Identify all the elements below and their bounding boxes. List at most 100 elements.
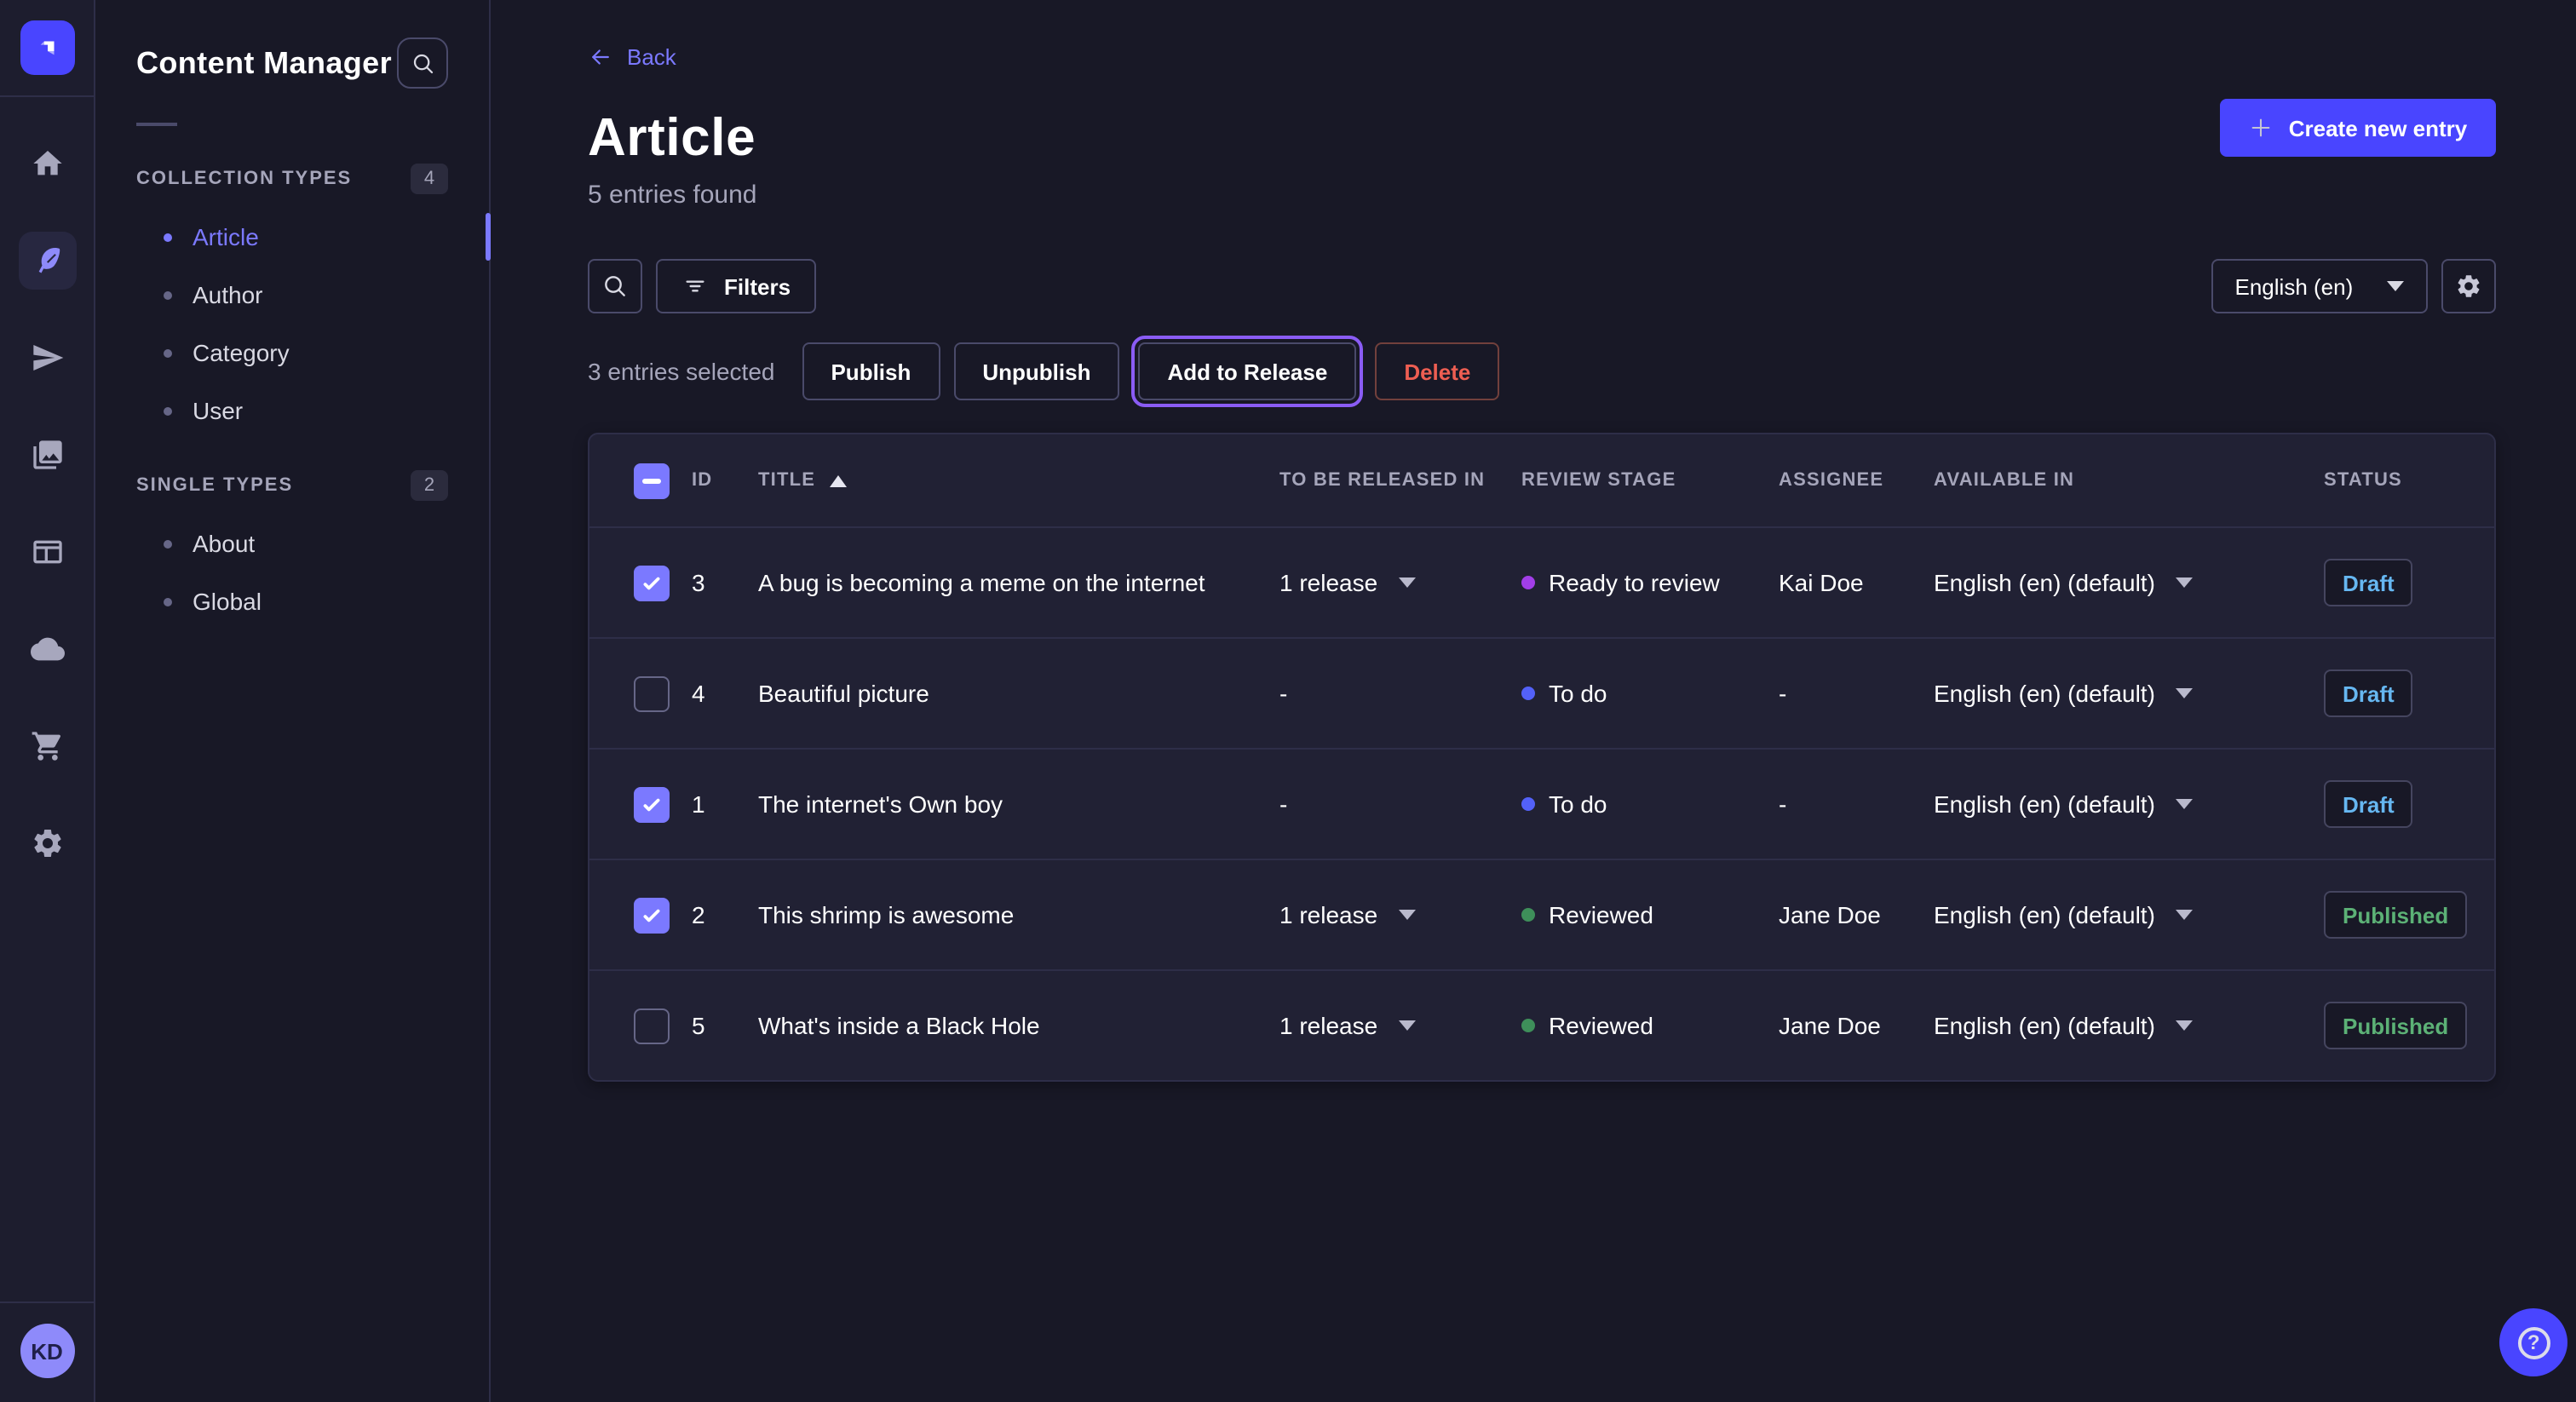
cell-locale-dropdown[interactable]: English (en) (default) bbox=[1934, 1012, 2324, 1039]
single-types-label: SINGLE TYPES bbox=[136, 475, 293, 496]
bullet-icon bbox=[164, 406, 172, 415]
cell-release-dropdown[interactable]: 1 release bbox=[1279, 569, 1521, 596]
add-to-release-button[interactable]: Add to Release bbox=[1138, 342, 1356, 400]
table-row[interactable]: 1 The internet's Own boy - To do - Engli… bbox=[589, 748, 2494, 859]
table-row[interactable]: 4 Beautiful picture - To do - English (e… bbox=[589, 637, 2494, 748]
locale-select[interactable]: English (en) bbox=[2211, 259, 2429, 313]
media-library-icon[interactable] bbox=[18, 426, 76, 484]
search-button[interactable] bbox=[588, 259, 642, 313]
cell-locale-dropdown[interactable]: English (en) (default) bbox=[1934, 680, 2324, 707]
chevron-down-icon bbox=[1398, 1020, 1415, 1031]
chevron-down-icon bbox=[2387, 281, 2404, 291]
bullet-icon bbox=[164, 233, 172, 241]
single-types-section: SINGLE TYPES 2 About Global bbox=[95, 457, 489, 630]
filters-label: Filters bbox=[724, 273, 791, 299]
cell-release-dropdown[interactable]: 1 release bbox=[1279, 1012, 1521, 1039]
main-nav-rail: KD bbox=[0, 0, 95, 1402]
status-badge: Published bbox=[2324, 1002, 2467, 1049]
sidebar-item-label: Article bbox=[193, 223, 259, 250]
sidebar-item-label: About bbox=[193, 530, 255, 557]
search-icon bbox=[601, 273, 629, 300]
sidebar-search-button[interactable] bbox=[397, 37, 448, 89]
content-type-builder-icon[interactable] bbox=[18, 523, 76, 581]
entries-count: 5 entries found bbox=[588, 181, 2496, 210]
marketplace-cart-icon[interactable] bbox=[18, 717, 76, 775]
row-checkbox[interactable] bbox=[634, 1008, 670, 1043]
collection-types-section: COLLECTION TYPES 4 Article Author Catego… bbox=[95, 150, 489, 440]
cloud-icon[interactable] bbox=[18, 620, 76, 678]
cell-locale-dropdown[interactable]: English (en) (default) bbox=[1934, 901, 2324, 928]
header-release: TO BE RELEASED IN bbox=[1279, 470, 1521, 491]
sidebar-item-label: Category bbox=[193, 339, 290, 366]
table-row[interactable]: 5 What's inside a Black Hole 1 release R… bbox=[589, 969, 2494, 1080]
create-new-entry-button[interactable]: Create new entry bbox=[2221, 99, 2497, 157]
cell-locale-dropdown[interactable]: English (en) (default) bbox=[1934, 569, 2324, 596]
sidebar-item-about[interactable]: About bbox=[95, 514, 489, 572]
main-content: Back Article 5 entries found Create new … bbox=[491, 0, 2576, 1402]
cell-assignee: - bbox=[1779, 790, 1934, 818]
cell-release-dropdown[interactable]: 1 release bbox=[1279, 901, 1521, 928]
back-link[interactable]: Back bbox=[588, 44, 676, 70]
cell-assignee: Jane Doe bbox=[1779, 1012, 1934, 1039]
back-label: Back bbox=[627, 44, 676, 70]
row-checkbox[interactable] bbox=[634, 565, 670, 600]
help-button[interactable]: ? bbox=[2499, 1308, 2567, 1376]
sidebar-item-category[interactable]: Category bbox=[95, 324, 489, 382]
bullet-icon bbox=[164, 597, 172, 606]
plus-icon bbox=[2250, 116, 2274, 140]
strapi-logo[interactable] bbox=[20, 20, 74, 75]
user-avatar[interactable]: KD bbox=[20, 1324, 74, 1378]
status-badge: Draft bbox=[2324, 669, 2413, 717]
sidebar-item-label: Global bbox=[193, 588, 262, 615]
row-checkbox[interactable] bbox=[634, 897, 670, 933]
publish-button[interactable]: Publish bbox=[802, 342, 940, 400]
content-manager-feather-icon[interactable] bbox=[18, 232, 76, 290]
header-id: ID bbox=[692, 470, 758, 491]
select-all-checkbox[interactable] bbox=[634, 463, 670, 498]
cell-locale-dropdown[interactable]: English (en) (default) bbox=[1934, 790, 2324, 818]
cell-title: A bug is becoming a meme on the internet bbox=[758, 569, 1279, 596]
cell-release-dropdown: - bbox=[1279, 790, 1521, 818]
status-badge: Draft bbox=[2324, 780, 2413, 828]
sidebar-item-author[interactable]: Author bbox=[95, 266, 489, 324]
header-available-in: AVAILABLE IN bbox=[1934, 470, 2324, 491]
delete-button[interactable]: Delete bbox=[1375, 342, 1499, 400]
chevron-down-icon bbox=[2176, 688, 2193, 698]
sidebar-item-global[interactable]: Global bbox=[95, 572, 489, 630]
status-badge: Draft bbox=[2324, 559, 2413, 606]
chevron-down-icon bbox=[1398, 910, 1415, 920]
cell-assignee: Jane Doe bbox=[1779, 901, 1934, 928]
filter-icon bbox=[681, 273, 709, 300]
cell-review-stage: Reviewed bbox=[1521, 1012, 1779, 1039]
filters-button[interactable]: Filters bbox=[656, 259, 816, 313]
cell-id: 1 bbox=[692, 790, 758, 818]
gear-icon bbox=[2455, 273, 2482, 300]
row-checkbox[interactable] bbox=[634, 675, 670, 711]
releases-paper-plane-icon[interactable] bbox=[18, 329, 76, 387]
sidebar-item-article[interactable]: Article bbox=[95, 208, 489, 266]
sidebar-divider bbox=[136, 123, 177, 126]
unpublish-button[interactable]: Unpublish bbox=[953, 342, 1119, 400]
home-icon[interactable] bbox=[18, 135, 76, 192]
cell-title: What's inside a Black Hole bbox=[758, 1012, 1279, 1039]
header-title[interactable]: TITLE bbox=[758, 470, 1279, 491]
table-header-row: ID TITLE TO BE RELEASED IN REVIEW STAGE … bbox=[589, 434, 2494, 526]
sidebar-item-user[interactable]: User bbox=[95, 382, 489, 440]
table-row[interactable]: 3 A bug is becoming a meme on the intern… bbox=[589, 526, 2494, 637]
row-checkbox[interactable] bbox=[634, 786, 670, 822]
settings-gear-icon[interactable] bbox=[18, 814, 76, 872]
bullet-icon bbox=[164, 539, 172, 548]
stage-dot bbox=[1521, 1019, 1535, 1032]
sidebar-item-label: User bbox=[193, 397, 243, 424]
cell-id: 2 bbox=[692, 901, 758, 928]
view-settings-button[interactable] bbox=[2441, 259, 2496, 313]
table-row[interactable]: 2 This shrimp is awesome 1 release Revie… bbox=[589, 859, 2494, 969]
rail-bottom-divider bbox=[0, 1301, 94, 1303]
cell-id: 4 bbox=[692, 680, 758, 707]
chevron-down-icon bbox=[2176, 910, 2193, 920]
rail-divider bbox=[0, 95, 94, 97]
collection-types-label: COLLECTION TYPES bbox=[136, 169, 352, 189]
locale-value: English (en) bbox=[2235, 273, 2354, 299]
status-badge: Published bbox=[2324, 891, 2467, 939]
strapi-logo-glyph bbox=[30, 31, 64, 65]
